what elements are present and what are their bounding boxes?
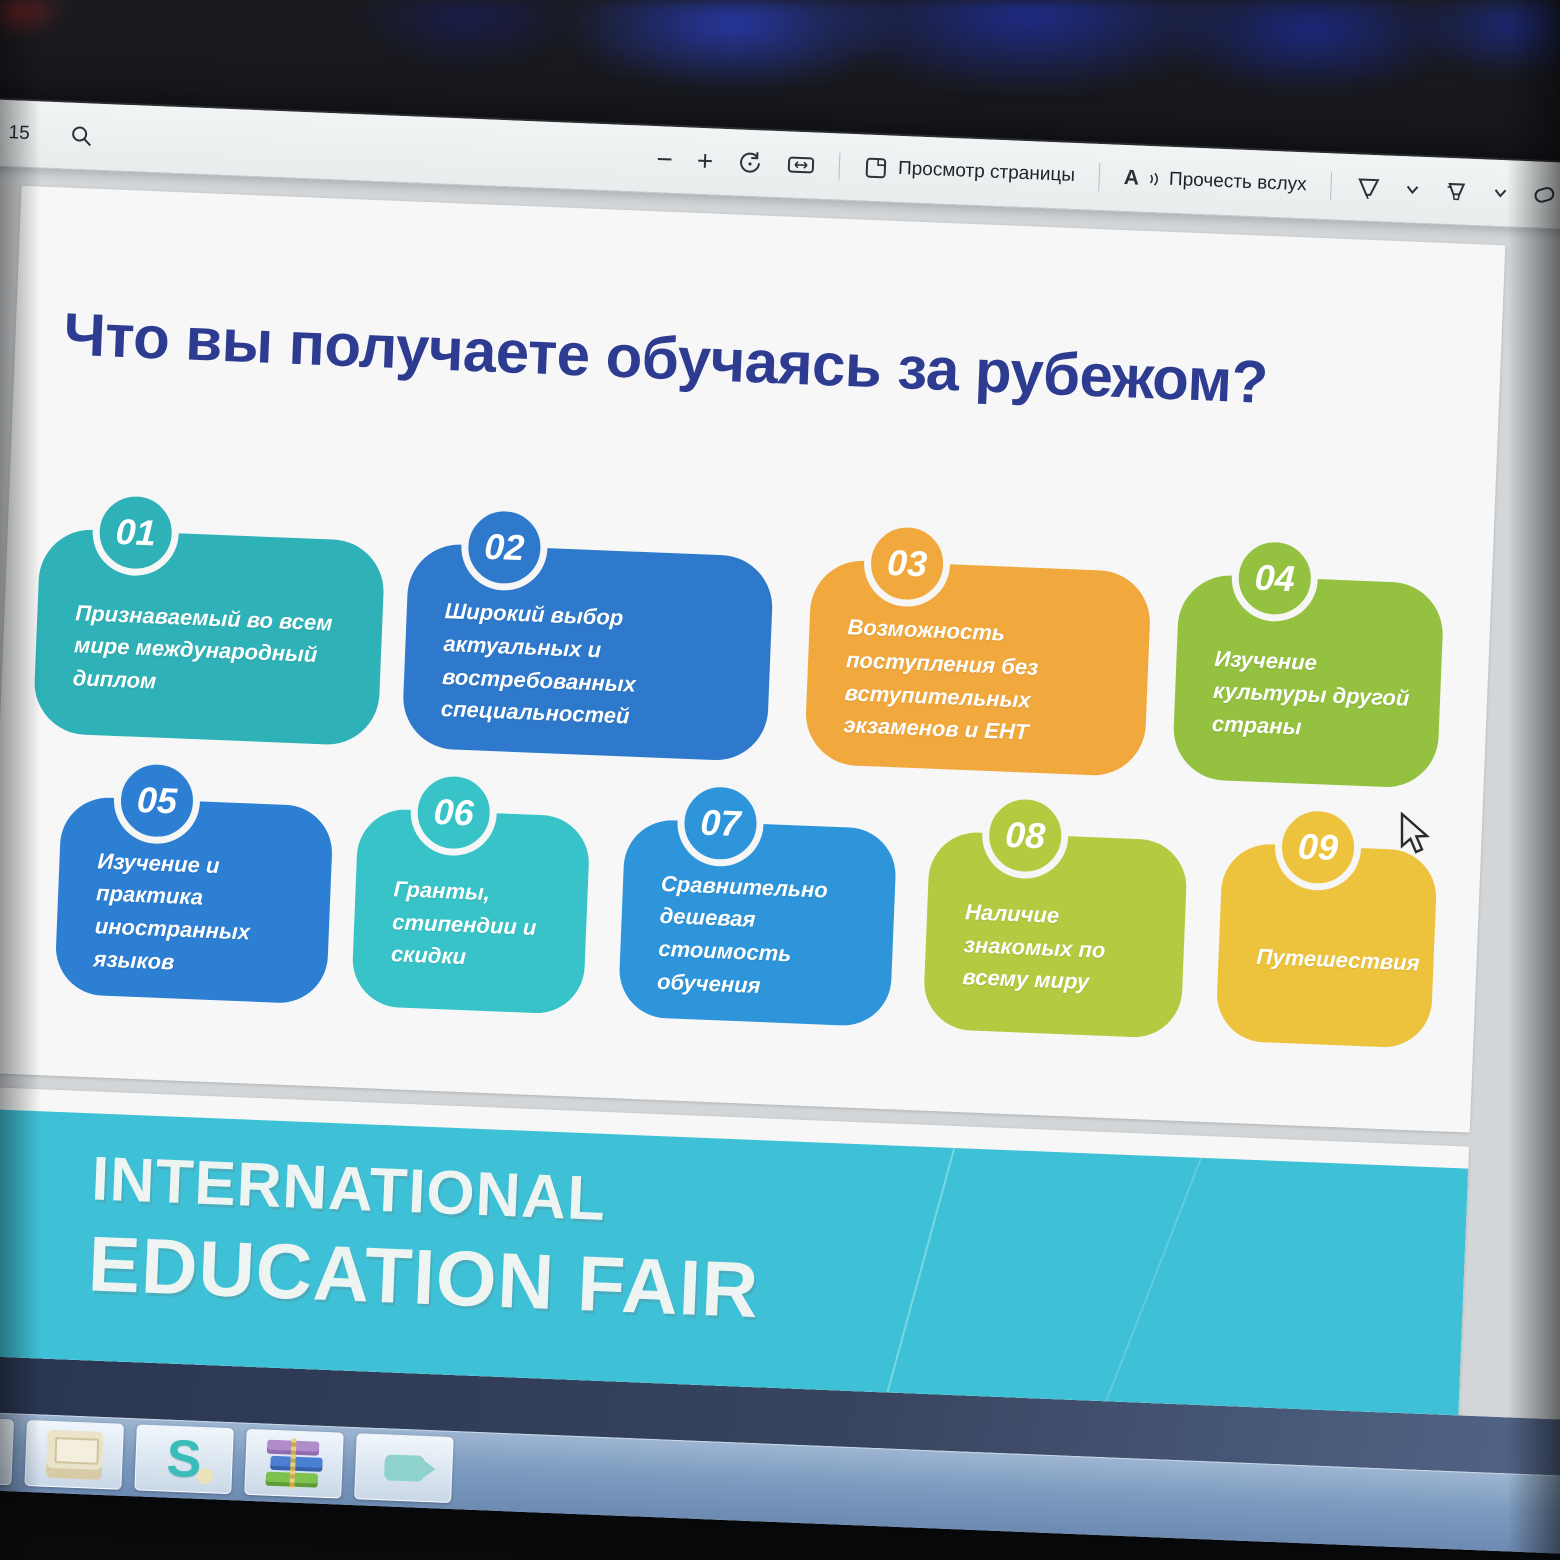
card-number-badge: 09 [1273, 803, 1362, 892]
benefit-card: 05Изучение и практика иностранных языков [54, 796, 334, 1005]
benefit-card: 04Изучение культуры другой страны [1172, 574, 1445, 789]
card-text: Изучение культуры другой страны [1173, 613, 1443, 749]
card-text: Изучение и практика иностранных языков [55, 816, 333, 985]
page-view-label: Просмотр страницы [898, 158, 1076, 187]
chevron-down-icon[interactable] [1405, 184, 1419, 195]
zoom-out-button[interactable]: − [656, 145, 673, 174]
toolbar-separator [1330, 172, 1332, 200]
card-number-badge: 01 [91, 488, 180, 577]
read-aloud-icon: A [1123, 166, 1139, 191]
search-icon[interactable] [69, 124, 94, 149]
draw-icon[interactable] [1355, 174, 1382, 201]
cards-row-2: 05Изучение и практика иностранных языков… [54, 796, 1438, 1049]
cards-row-1: 01Признаваемый во всем мире международны… [33, 528, 1445, 789]
taskbar-winrar-button[interactable] [244, 1429, 344, 1499]
taskbar-chrome-button[interactable] [0, 1416, 14, 1486]
page-indicator[interactable]: 15 [8, 122, 30, 145]
read-aloud-label: Прочесть вслух [1169, 169, 1307, 197]
benefit-card: 07Сравнительно дешевая стоимость обучени… [618, 818, 898, 1027]
fit-width-icon[interactable] [787, 153, 816, 176]
slide-page: Что вы получаете обучаясь за рубежом? 01… [0, 186, 1505, 1133]
benefit-card: 09Путешествия [1215, 842, 1438, 1048]
page-view-icon [864, 156, 889, 181]
toolbar-separator [1098, 163, 1100, 191]
zoom-in-button[interactable]: + [696, 147, 713, 176]
card-text: Путешествия [1218, 911, 1435, 980]
card-text: Признаваемый во всем мире международный … [34, 567, 384, 706]
slide-title: Что вы получаете обучаясь за рубежом? [62, 300, 1269, 417]
card-text: Сравнительно дешевая стоимость обучения [618, 838, 896, 1007]
card-number-badge: 04 [1230, 534, 1319, 623]
card-text: Широкий выбор актуальных и востребованны… [402, 566, 773, 739]
eraser-icon[interactable] [1531, 182, 1558, 207]
card-text: Гранты, стипендии и скидки [352, 844, 589, 979]
card-number-badge: 08 [981, 791, 1070, 880]
card-text: Наличие знакомых по всему миру [924, 867, 1187, 1003]
mouse-cursor [1398, 812, 1438, 861]
zoom-app-icon [383, 1454, 424, 1482]
rotate-icon[interactable] [737, 149, 764, 176]
taskbar-file-manager-button[interactable] [24, 1420, 124, 1490]
page-view-button[interactable]: Просмотр страницы [864, 156, 1076, 188]
highlighter-icon[interactable] [1443, 178, 1470, 205]
taskbar-skype-button[interactable]: S [134, 1424, 234, 1494]
card-text: Возможность поступления без вступительны… [805, 582, 1151, 754]
benefit-card: 06Гранты, стипендии и скидки [351, 808, 591, 1015]
benefit-card: 01Признаваемый во всем мире международны… [33, 528, 386, 747]
laptop-screen: 15 − + [0, 98, 1560, 1555]
benefit-card: 02Широкий выбор актуальных и востребован… [401, 543, 774, 762]
photo-frame: 15 − + [0, 0, 1560, 1560]
skype-icon: S [166, 1433, 203, 1486]
toolbar-separator [839, 153, 841, 181]
sound-waves-icon [1149, 171, 1160, 187]
card-number-badge: 06 [409, 768, 498, 857]
read-aloud-button[interactable]: A Прочесть вслух [1123, 166, 1307, 197]
benefit-card: 08Наличие знакомых по всему миру [922, 831, 1188, 1039]
benefit-card: 03Возможность поступления без вступитель… [804, 559, 1152, 777]
winrar-icon [265, 1440, 323, 1488]
file-manager-icon [45, 1430, 103, 1480]
taskbar-zoom-button[interactable] [354, 1433, 454, 1503]
chevron-down-icon[interactable] [1493, 188, 1507, 199]
pdf-view-area: Что вы получаете обучаясь за рубежом? 01… [0, 165, 1560, 1421]
